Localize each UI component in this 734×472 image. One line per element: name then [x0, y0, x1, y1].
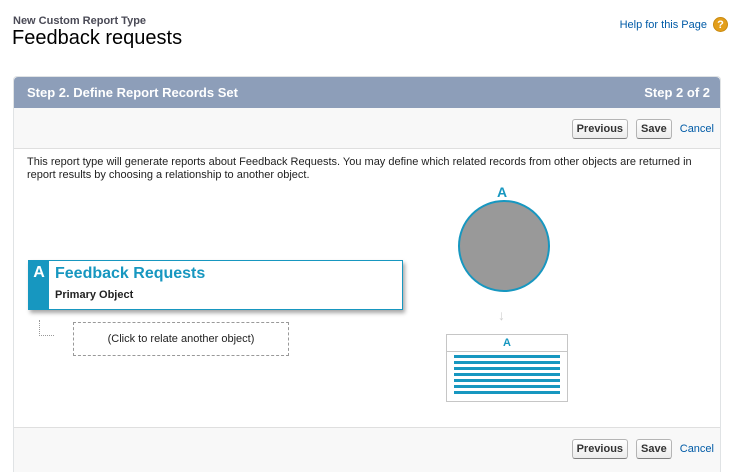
- relate-object-button[interactable]: (Click to relate another object): [73, 322, 289, 356]
- previous-button[interactable]: Previous: [571, 439, 629, 459]
- diagram-table-rows: [447, 352, 567, 394]
- diagram-circle-label: A: [497, 184, 508, 200]
- help-link[interactable]: Help for this Page: [620, 19, 707, 31]
- top-button-row: Previous Save Cancel: [571, 119, 720, 139]
- description-text: This report type will generate reports a…: [27, 156, 692, 181]
- step-title: Step 2. Define Report Records Set: [27, 85, 238, 100]
- help-icon[interactable]: ?: [713, 17, 728, 32]
- page-title: Feedback requests: [12, 27, 183, 49]
- bottom-button-row: Previous Save Cancel: [571, 439, 720, 459]
- content-area: This report type will generate reports a…: [14, 149, 720, 427]
- down-arrow-icon: ↓: [498, 307, 505, 323]
- report-type-panel: Step 2. Define Report Records Set Step 2…: [13, 76, 721, 472]
- diagram-table: A: [446, 334, 568, 402]
- step-progress: Step 2 of 2: [644, 85, 710, 100]
- save-button[interactable]: Save: [636, 439, 672, 459]
- step-header: Step 2. Define Report Records Set Step 2…: [14, 77, 720, 108]
- previous-button[interactable]: Previous: [571, 119, 629, 139]
- divider: [14, 427, 720, 428]
- save-button[interactable]: Save: [636, 119, 672, 139]
- primary-object-name: Feedback Requests: [55, 265, 206, 282]
- primary-object-label: Primary Object: [55, 289, 134, 301]
- page-subtitle: New Custom Report Type: [13, 15, 147, 27]
- object-letter-badge: A: [29, 261, 49, 309]
- diagram-table-label: A: [447, 335, 567, 352]
- relationship-connector: [39, 320, 54, 336]
- cancel-link[interactable]: Cancel: [680, 123, 714, 135]
- primary-object-box[interactable]: A Feedback Requests Primary Object: [28, 260, 403, 310]
- diagram-circle: [458, 200, 550, 292]
- help-area: Help for this Page ?: [620, 17, 728, 32]
- cancel-link[interactable]: Cancel: [680, 443, 714, 455]
